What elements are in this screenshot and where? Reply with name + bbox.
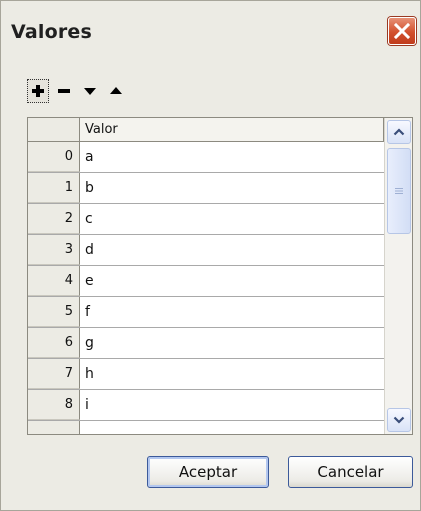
row-value[interactable]: g	[80, 328, 384, 358]
row-index[interactable]: 5	[28, 297, 80, 327]
scrollbar-thumb[interactable]	[387, 148, 411, 234]
move-up-button[interactable]	[105, 79, 127, 103]
row-index[interactable]: 1	[28, 173, 80, 203]
accept-button[interactable]: Aceptar	[147, 456, 269, 488]
toolbar	[27, 79, 127, 109]
move-down-button[interactable]	[79, 79, 101, 103]
table-row[interactable]: 1 b	[28, 173, 384, 204]
row-value[interactable]: a	[80, 142, 384, 172]
row-index[interactable]: 8	[28, 390, 80, 420]
vertical-scrollbar[interactable]	[384, 118, 412, 434]
row-value[interactable]: d	[80, 235, 384, 265]
row-value[interactable]: f	[80, 297, 384, 327]
close-button[interactable]	[388, 17, 416, 45]
table-header: Valor	[28, 118, 384, 142]
cancel-button[interactable]: Cancelar	[288, 456, 413, 488]
arrow-down-icon	[84, 88, 96, 95]
plus-icon	[32, 85, 44, 97]
table-row[interactable]: 7 h	[28, 359, 384, 390]
table-corner	[28, 118, 80, 141]
row-value[interactable]	[80, 421, 384, 434]
row-index[interactable]	[28, 421, 80, 434]
table-row[interactable]: 2 c	[28, 204, 384, 235]
table-row[interactable]: 4 e	[28, 266, 384, 297]
row-index[interactable]: 7	[28, 359, 80, 389]
row-value[interactable]: e	[80, 266, 384, 296]
remove-row-button[interactable]	[53, 79, 75, 103]
minus-icon	[58, 89, 70, 93]
row-value[interactable]: i	[80, 390, 384, 420]
scroll-up-button[interactable]	[387, 120, 411, 144]
row-index[interactable]: 6	[28, 328, 80, 358]
scroll-down-button[interactable]	[387, 408, 411, 432]
table-row[interactable]: 6 g	[28, 328, 384, 359]
table-row[interactable]: 5 f	[28, 297, 384, 328]
title-bar[interactable]: Valores	[1, 1, 420, 51]
table-row[interactable]: 3 d	[28, 235, 384, 266]
valores-dialog: Valores Valor 0 a 1 b 2 c 3 d 4 e 5 f 6 …	[0, 0, 421, 511]
row-value[interactable]: b	[80, 173, 384, 203]
grip-icon	[395, 188, 403, 194]
table-row[interactable]: 8 i	[28, 390, 384, 421]
table-row[interactable]: 0 a	[28, 142, 384, 173]
chevron-up-icon	[393, 128, 405, 136]
column-header-valor[interactable]: Valor	[80, 118, 384, 141]
table-row-partial[interactable]	[28, 421, 384, 434]
row-value[interactable]: c	[80, 204, 384, 234]
row-index[interactable]: 2	[28, 204, 80, 234]
row-index[interactable]: 4	[28, 266, 80, 296]
table-rows: 0 a 1 b 2 c 3 d 4 e 5 f 6 g 7 h 8 i	[28, 142, 384, 434]
chevron-down-icon	[393, 416, 405, 424]
close-icon	[393, 22, 411, 40]
add-row-button[interactable]	[27, 79, 49, 103]
row-index[interactable]: 0	[28, 142, 80, 172]
dialog-title: Valores	[11, 21, 93, 43]
row-index[interactable]: 3	[28, 235, 80, 265]
row-value[interactable]: h	[80, 359, 384, 389]
arrow-up-icon	[110, 87, 122, 94]
values-table: Valor 0 a 1 b 2 c 3 d 4 e 5 f 6 g 7 h 8 …	[27, 117, 413, 435]
